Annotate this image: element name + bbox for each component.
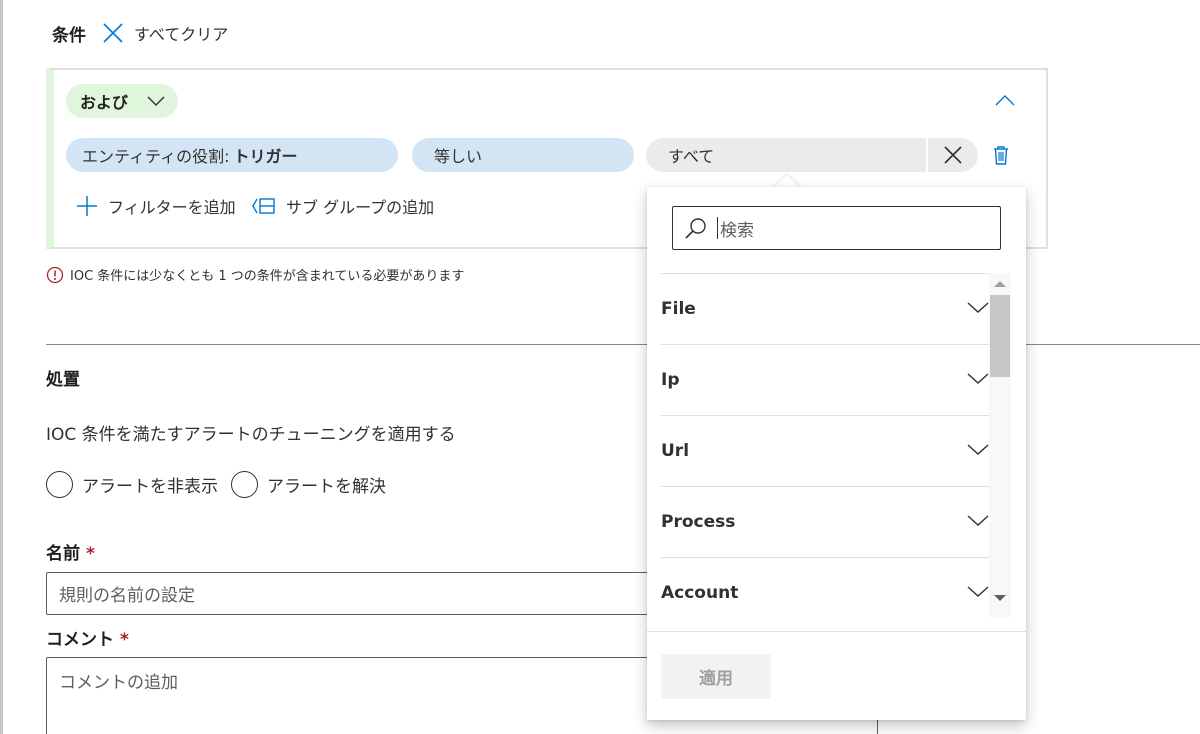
text-caret xyxy=(717,217,718,239)
list-item-label: Ip xyxy=(661,370,680,390)
close-icon xyxy=(944,146,962,164)
chevron-down-icon xyxy=(147,96,165,106)
validation-error: IOC 条件には少なくとも 1 つの条件が含まれている必要があります xyxy=(46,265,464,284)
filter-value-clear-button[interactable] xyxy=(928,138,978,172)
radio-resolve-alert[interactable]: アラートを解決 xyxy=(231,471,386,498)
list-item-label: Account xyxy=(661,583,739,603)
chevron-down-icon xyxy=(967,444,989,455)
chevron-down-icon xyxy=(967,373,989,384)
filter-field-pill[interactable]: エンティティの役割: トリガー xyxy=(66,138,398,172)
chevron-down-icon xyxy=(967,302,989,313)
trash-icon[interactable] xyxy=(990,144,1012,166)
list-item-account[interactable]: Account xyxy=(661,557,989,617)
required-mark: * xyxy=(86,544,95,564)
value-dropdown-panel: 検索 File Ip Url Process Account 適用 xyxy=(647,187,1026,720)
name-label: 名前 * xyxy=(46,539,95,564)
radio-label: アラートを解決 xyxy=(267,477,386,497)
disposition-description: IOC 条件を満たすアラートのチューニングを適用する xyxy=(46,425,456,445)
validation-error-text: IOC 条件には少なくとも 1 つの条件が含まれている必要があります xyxy=(70,269,465,284)
scroll-thumb[interactable] xyxy=(990,295,1010,377)
filter-field-prefix: エンティティの役割: xyxy=(82,147,230,166)
subgroup-icon xyxy=(252,198,275,214)
scroll-up-arrow[interactable] xyxy=(994,281,1006,287)
comment-label-text: コメント xyxy=(46,630,114,650)
list-item-label: Process xyxy=(661,512,736,532)
list-item-label: File xyxy=(661,299,696,319)
disposition-title: 処置 xyxy=(46,370,80,390)
radio-hide-alert[interactable]: アラートを非表示 xyxy=(46,471,218,498)
filter-operator-label: 等しい xyxy=(434,147,483,166)
chevron-down-icon xyxy=(967,515,989,526)
filter-operator-pill[interactable]: 等しい xyxy=(412,138,634,172)
section-divider xyxy=(46,344,1200,345)
search-icon xyxy=(685,218,706,239)
filter-field-value: トリガー xyxy=(233,147,298,166)
name-input[interactable]: 規則の名前の設定 xyxy=(46,572,666,615)
name-label-text: 名前 xyxy=(46,544,80,564)
apply-button[interactable]: 適用 xyxy=(661,654,771,699)
list-item-ip[interactable]: Ip xyxy=(661,344,989,415)
conditions-title: 条件 xyxy=(52,25,86,46)
chevron-down-icon xyxy=(967,586,989,597)
filter-value-label: すべて xyxy=(668,147,715,166)
chevron-up-icon[interactable] xyxy=(992,88,1018,114)
group-operator-label: および xyxy=(80,93,129,112)
close-icon xyxy=(103,23,123,43)
list-item-url[interactable]: Url xyxy=(661,415,989,486)
dropdown-search-input[interactable]: 検索 xyxy=(672,206,1001,250)
comment-textarea-placeholder: コメントの追加 xyxy=(59,673,178,693)
plus-icon xyxy=(77,196,97,216)
dropdown-scrollbar[interactable] xyxy=(989,273,1011,617)
required-mark: * xyxy=(120,630,129,650)
search-placeholder: 検索 xyxy=(720,220,754,241)
list-item-process[interactable]: Process xyxy=(661,486,989,557)
add-subgroup-button[interactable]: サブ グループの追加 xyxy=(252,194,434,218)
left-border xyxy=(0,0,3,734)
add-filter-button[interactable]: フィルターを追加 xyxy=(76,194,236,218)
filter-value-pill[interactable]: すべて xyxy=(646,138,926,172)
list-item-label: Url xyxy=(661,441,690,461)
list-item-file[interactable]: File xyxy=(661,273,989,344)
add-subgroup-label: サブ グループの追加 xyxy=(286,198,435,217)
name-input-placeholder: 規則の名前の設定 xyxy=(59,586,195,606)
dropdown-footer-divider xyxy=(647,631,1026,632)
dropdown-list: File Ip Url Process Account xyxy=(647,273,1026,617)
clear-all-label: すべてクリア xyxy=(134,25,229,44)
radio-circle[interactable] xyxy=(231,471,258,498)
radio-circle[interactable] xyxy=(46,471,73,498)
comment-label: コメント * xyxy=(46,625,129,650)
scroll-down-arrow[interactable] xyxy=(994,595,1006,601)
radio-label: アラートを非表示 xyxy=(82,477,218,497)
add-filter-label: フィルターを追加 xyxy=(108,198,236,217)
conditions-header: 条件 すべてクリア xyxy=(52,20,228,46)
clear-all-button[interactable]: すべてクリア xyxy=(102,21,228,45)
error-circle-icon xyxy=(46,266,64,283)
group-operator-dropdown[interactable]: および xyxy=(66,84,178,118)
